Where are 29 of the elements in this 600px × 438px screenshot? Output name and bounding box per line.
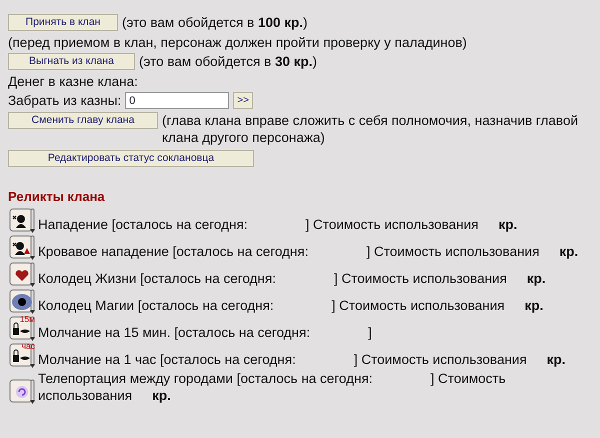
- icon-label: 15м: [20, 314, 35, 324]
- note-text: (это вам обойдется в 30 кр.): [139, 53, 317, 71]
- info-text: Денег в казне клана:: [8, 72, 139, 90]
- submit-button[interactable]: >>: [233, 92, 253, 110]
- amount-field[interactable]: 0: [125, 92, 230, 110]
- scroll-icon: [8, 378, 36, 405]
- scroll-icon: [8, 316, 36, 342]
- action-button[interactable]: Принять в клан: [8, 14, 118, 31]
- relic-text: Нападение [осталось на сегодня: ] Стоимость использования кр.: [38, 216, 518, 234]
- scroll-icon: [8, 262, 36, 288]
- section-title: Реликты клана: [8, 188, 106, 206]
- scroll-icon: [8, 342, 36, 369]
- info-text: (перед приемом в клан, персонаж должен пройти проверку у паладинов): [8, 34, 468, 52]
- action-button[interactable]: Редактировать статус соклановца: [8, 150, 254, 167]
- relic-text: Молчание на 1 час [осталось на сегодня: ] Стоимость использования кр.: [38, 351, 566, 369]
- relic-text: Колодец Магии [осталось на сегодня: ] Стоимость использования кр.: [38, 297, 544, 315]
- scroll-icon: [8, 288, 36, 315]
- icon-label: час: [22, 342, 35, 351]
- scroll-icon: [8, 234, 36, 261]
- action-button[interactable]: Сменить главу клана: [8, 112, 158, 129]
- scroll-icon: [8, 208, 36, 234]
- field-label: Забрать из казны:: [8, 92, 122, 110]
- relic-text: Колодец Жизни [осталось на сегодня: ] Стоимость использования кр.: [38, 270, 546, 288]
- note-text: (это вам обойдется в 100 кр.): [122, 14, 308, 32]
- relic-text: Молчание на 15 мин. [осталось на сегодня: ]: [38, 324, 372, 342]
- note-text: (глава клана вправе сложить с себя полномочия, назначив главой клана другого персонажа): [162, 112, 579, 147]
- action-button[interactable]: Выгнать из клана: [8, 53, 135, 70]
- relic-text: Кровавое нападение [осталось на сегодня: ] Стоимость использования кр.: [38, 243, 578, 261]
- relic-text: Телепортация между городами [осталось на сегодня: ] Стоимость использования кр.: [38, 370, 507, 405]
